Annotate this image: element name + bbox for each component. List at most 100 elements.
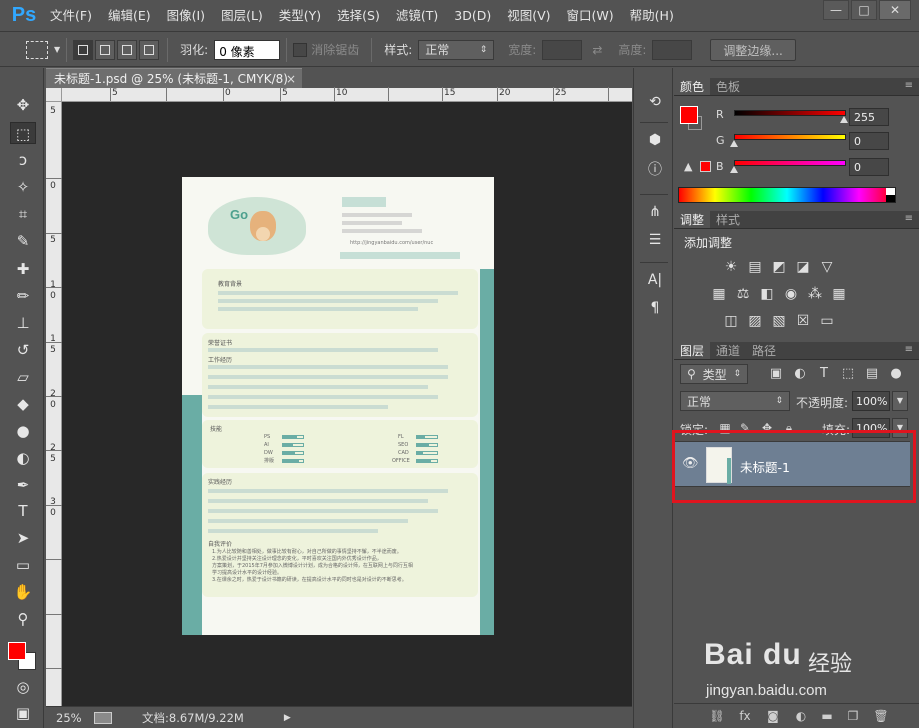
color-spectrum[interactable] xyxy=(678,187,896,203)
levels-icon[interactable]: ▤ xyxy=(746,259,764,275)
rect-marquee-tool-icon[interactable]: ⬚ xyxy=(10,122,36,144)
b-slider-thumb[interactable] xyxy=(730,166,738,173)
menu-layer[interactable]: 图层(L) xyxy=(213,0,271,32)
gradient-map-icon[interactable]: ▭ xyxy=(818,313,836,329)
tab-swatches[interactable]: 色板 xyxy=(710,78,746,95)
horizontal-ruler[interactable]: 5 0 5 10 15 20 25 xyxy=(62,87,632,102)
panel-menu-icon[interactable]: ≡ xyxy=(905,344,913,355)
photo-filter-icon[interactable]: ◉ xyxy=(782,286,800,302)
brush-settings-icon[interactable]: ☰ xyxy=(644,230,666,250)
history-brush-tool-icon[interactable]: ↺ xyxy=(10,339,36,361)
gamut-color-swatch[interactable] xyxy=(700,161,711,172)
foreground-color-swatch[interactable] xyxy=(8,642,26,660)
menu-edit[interactable]: 编辑(E) xyxy=(100,0,159,32)
character-icon[interactable]: A| xyxy=(644,270,666,290)
history-icon[interactable]: ⟲ xyxy=(644,92,666,112)
hand-tool-icon[interactable]: ✋ xyxy=(10,581,36,603)
marquee-preset-icon[interactable] xyxy=(26,40,48,59)
brushes-icon[interactable]: ⋔ xyxy=(644,202,666,222)
brush-tool-icon[interactable]: ✏ xyxy=(10,285,36,307)
r-value[interactable]: 255 xyxy=(849,108,889,126)
r-slider[interactable] xyxy=(734,110,846,116)
intersect-selection-button[interactable] xyxy=(139,39,160,60)
minimize-button[interactable]: — xyxy=(823,0,849,20)
swap-icon[interactable]: ⇄ xyxy=(592,43,602,57)
vertical-ruler[interactable]: 5 0 5 1 0 1 5 2 0 2 5 3 0 xyxy=(46,102,62,706)
panel-menu-icon[interactable]: ≡ xyxy=(905,80,913,91)
chevron-down-icon[interactable]: ▼ xyxy=(54,45,60,54)
new-selection-button[interactable] xyxy=(73,39,94,60)
paragraph-icon[interactable]: ¶ xyxy=(644,298,666,318)
magic-wand-tool-icon[interactable]: ✧ xyxy=(10,176,36,198)
exposure-icon[interactable]: ◪ xyxy=(794,259,812,275)
resume-document[interactable]: Go http://jingyanbaidu.com/user/nuc 教育背景… xyxy=(182,177,494,635)
threshold-icon[interactable]: ▧ xyxy=(770,313,788,329)
new-adjustment-layer-icon[interactable]: ◐ xyxy=(792,708,810,724)
chevron-down-icon[interactable]: ▼ xyxy=(892,391,908,411)
color-balance-icon[interactable]: ⚖ xyxy=(734,286,752,302)
g-value[interactable]: 0 xyxy=(849,132,889,150)
3d-icon[interactable]: ⬢ xyxy=(644,130,666,150)
new-layer-icon[interactable]: ❐ xyxy=(844,708,862,724)
screen-mode-icon[interactable]: ▣ xyxy=(10,702,36,724)
menu-file[interactable]: 文件(F) xyxy=(42,0,100,32)
fx-icon[interactable]: fx xyxy=(736,708,754,724)
black-white-icon[interactable]: ◧ xyxy=(758,286,776,302)
ruler-origin[interactable] xyxy=(46,88,62,102)
menu-select[interactable]: 选择(S) xyxy=(329,0,388,32)
path-selection-tool-icon[interactable]: ➤ xyxy=(10,527,36,549)
b-value[interactable]: 0 xyxy=(849,158,889,176)
layer-filter-select[interactable]: ⚲ 类型 ⇕ xyxy=(680,364,748,384)
healing-brush-tool-icon[interactable]: ✚ xyxy=(10,258,36,280)
pen-tool-icon[interactable]: ✒ xyxy=(10,474,36,496)
invert-icon[interactable]: ◫ xyxy=(722,313,740,329)
add-mask-icon[interactable]: ◙ xyxy=(764,708,782,724)
vibrance-icon[interactable]: ▽ xyxy=(818,259,836,275)
tab-layers[interactable]: 图层 xyxy=(674,342,711,359)
menu-filter[interactable]: 滤镜(T) xyxy=(388,0,446,32)
blur-tool-icon[interactable]: ● xyxy=(10,420,36,442)
move-tool-icon[interactable]: ✥ xyxy=(10,94,36,116)
refine-edge-button[interactable]: 调整边缘... xyxy=(710,38,796,61)
delete-layer-icon[interactable]: 🗑︎ xyxy=(872,708,890,724)
adjustment-filter-icon[interactable]: ◐ xyxy=(792,366,808,382)
g-slider[interactable] xyxy=(734,134,846,140)
brightness-icon[interactable]: ☀ xyxy=(722,259,740,275)
gamut-warning-icon[interactable]: ▲ xyxy=(684,160,692,173)
spectrum-black-white[interactable] xyxy=(886,188,895,202)
shape-filter-icon[interactable]: ⬚ xyxy=(840,366,856,382)
proof-icon[interactable] xyxy=(94,711,112,724)
pixel-filter-icon[interactable]: ▣ xyxy=(768,366,784,382)
panel-menu-icon[interactable]: ≡ xyxy=(905,213,913,224)
status-menu-icon[interactable]: ▶ xyxy=(284,713,291,723)
posterize-icon[interactable]: ▨ xyxy=(746,313,764,329)
g-slider-thumb[interactable] xyxy=(730,140,738,147)
curves-icon[interactable]: ◩ xyxy=(770,259,788,275)
selective-color-icon[interactable]: ☒ xyxy=(794,313,812,329)
new-group-icon[interactable]: ▬ xyxy=(818,708,836,724)
eyedropper-tool-icon[interactable]: ✎ xyxy=(10,230,36,252)
height-input[interactable] xyxy=(652,39,693,60)
crop-tool-icon[interactable]: ⌗ xyxy=(10,203,36,225)
foreground-color-swatch[interactable] xyxy=(680,106,698,124)
zoom-level[interactable]: 25% xyxy=(56,711,90,725)
filter-toggle-icon[interactable]: ● xyxy=(888,366,904,382)
document-tab[interactable]: 未标题-1.psd @ 25% (未标题-1, CMYK/8) × xyxy=(46,68,302,88)
zoom-tool-icon[interactable]: ⚲ xyxy=(10,608,36,630)
b-slider[interactable] xyxy=(734,160,846,166)
style-select[interactable]: 正常 ⇕ xyxy=(418,39,495,60)
rectangle-tool-icon[interactable]: ▭ xyxy=(10,554,36,576)
close-button[interactable]: ✕ xyxy=(879,0,911,20)
quick-mask-icon[interactable]: ◎ xyxy=(10,676,36,698)
menu-type[interactable]: 类型(Y) xyxy=(271,0,329,32)
clone-stamp-tool-icon[interactable]: ⊥ xyxy=(10,312,36,334)
dodge-tool-icon[interactable]: ◐ xyxy=(10,447,36,469)
r-slider-thumb[interactable] xyxy=(840,116,848,123)
hue-saturation-icon[interactable]: ▦ xyxy=(710,286,728,302)
tab-color[interactable]: 颜色 xyxy=(674,78,711,95)
opacity-input[interactable]: 100% xyxy=(852,391,890,411)
antialias-checkbox[interactable] xyxy=(293,42,308,57)
tab-paths[interactable]: 路径 xyxy=(746,342,782,359)
menu-3d[interactable]: 3D(D) xyxy=(446,0,499,32)
feather-input[interactable]: 0 像素 xyxy=(214,39,281,60)
